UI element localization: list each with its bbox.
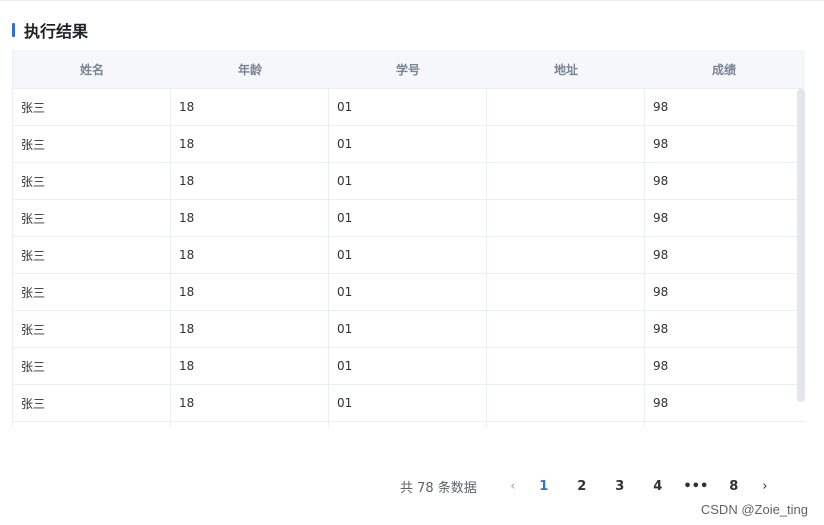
table-cell <box>13 422 171 427</box>
column-header-student-id[interactable]: 学号 <box>329 50 487 88</box>
table-cell: 18 <box>171 163 329 199</box>
section-title: 执行结果 <box>24 22 89 41</box>
table-body[interactable]: 张三 18 01 98 张三 18 01 98 张三 18 01 98 张三 18 01 98 张三 18 01 98… <box>13 89 805 427</box>
table-cell <box>487 126 645 162</box>
section-header: 执行结果 <box>12 19 88 41</box>
table-cell: 18 <box>171 89 329 125</box>
table-cell: 18 <box>171 274 329 310</box>
table-cell <box>487 274 645 310</box>
more-pages-button[interactable]: ••• <box>681 479 711 494</box>
table-cell: 18 <box>171 237 329 273</box>
table-cell: 98 <box>653 100 669 114</box>
table-row[interactable]: 张三 18 01 98 <box>13 200 805 237</box>
watermark: CSDN @Zoie_ting <box>700 502 808 517</box>
table-cell: 01 <box>329 385 487 421</box>
table-cell: 01 <box>329 200 487 236</box>
table-cell: 张三 <box>13 237 171 273</box>
table-cell: 张三 <box>13 311 171 347</box>
table-cell: 张三 <box>13 274 171 310</box>
table-row[interactable]: 张三 18 01 98 <box>13 89 805 126</box>
table-cell <box>171 422 329 427</box>
table-cell <box>487 163 645 199</box>
table-row[interactable] <box>13 422 805 427</box>
table-cell: 98 <box>653 211 669 225</box>
column-header-score[interactable]: 成绩 <box>645 50 803 88</box>
table-cell: 张三 <box>13 89 171 125</box>
table-row[interactable]: 张三 18 01 98 <box>13 274 805 311</box>
table-cell: 01 <box>329 237 487 273</box>
table-cell: 01 <box>329 348 487 384</box>
table-scrollbar-track[interactable] <box>797 89 805 427</box>
table-cell: 98 <box>653 137 669 151</box>
table-row[interactable]: 张三 18 01 98 <box>13 311 805 348</box>
prev-page-icon[interactable]: ‹ <box>501 474 525 498</box>
table-cell: 张三 <box>13 163 171 199</box>
table-row[interactable]: 张三 18 01 98 <box>13 237 805 274</box>
table-cell: 01 <box>329 311 487 347</box>
table-cell: 18 <box>171 311 329 347</box>
table-row[interactable]: 张三 18 01 98 <box>13 126 805 163</box>
table-cell: 18 <box>171 126 329 162</box>
pagination: 共 78 条数据 ‹ 1 2 3 4 ••• 8 › <box>400 474 777 498</box>
table-cell <box>487 200 645 236</box>
table-cell <box>329 422 487 427</box>
table-cell <box>487 89 645 125</box>
table-cell: 98 <box>653 285 669 299</box>
page-1-button[interactable]: 1 <box>529 474 559 498</box>
page-4-button[interactable]: 4 <box>643 474 673 498</box>
table-row[interactable]: 张三 18 01 98 <box>13 348 805 385</box>
table-cell <box>487 385 645 421</box>
table-cell <box>487 348 645 384</box>
table-cell <box>487 311 645 347</box>
table-cell: 18 <box>171 385 329 421</box>
table-row[interactable]: 张三 18 01 98 <box>13 385 805 422</box>
table-cell: 98 <box>653 322 669 336</box>
next-page-icon[interactable]: › <box>753 474 777 498</box>
results-table: 姓名 年龄 学号 地址 成绩 张三 18 01 98 张三 18 01 98 张三 18 01 98 张… <box>12 50 805 427</box>
table-header: 姓名 年龄 学号 地址 成绩 <box>13 50 805 89</box>
table-row[interactable]: 张三 18 01 98 <box>13 163 805 200</box>
table-cell: 张三 <box>13 385 171 421</box>
top-divider <box>0 0 824 1</box>
total-count: 共 78 条数据 <box>400 480 477 496</box>
table-cell <box>487 237 645 273</box>
page-8-button[interactable]: 8 <box>719 474 749 498</box>
table-cell: 01 <box>329 274 487 310</box>
table-cell: 98 <box>653 359 669 373</box>
table-cell: 01 <box>329 89 487 125</box>
table-cell: 张三 <box>13 200 171 236</box>
table-cell: 01 <box>329 126 487 162</box>
table-cell: 张三 <box>13 348 171 384</box>
table-cell: 18 <box>171 200 329 236</box>
table-cell <box>645 422 803 427</box>
column-header-address[interactable]: 地址 <box>487 50 645 88</box>
column-header-name[interactable]: 姓名 <box>13 50 171 88</box>
page-2-button[interactable]: 2 <box>567 474 597 498</box>
table-scrollbar-thumb[interactable] <box>797 89 805 402</box>
table-cell: 98 <box>653 174 669 188</box>
table-cell: 01 <box>329 163 487 199</box>
page-3-button[interactable]: 3 <box>605 474 635 498</box>
table-cell <box>487 422 645 427</box>
table-cell: 18 <box>171 348 329 384</box>
table-cell: 张三 <box>13 126 171 162</box>
table-cell: 98 <box>653 396 669 410</box>
table-cell: 98 <box>653 248 669 262</box>
column-header-age[interactable]: 年龄 <box>171 50 329 88</box>
title-accent-bar <box>12 23 15 37</box>
